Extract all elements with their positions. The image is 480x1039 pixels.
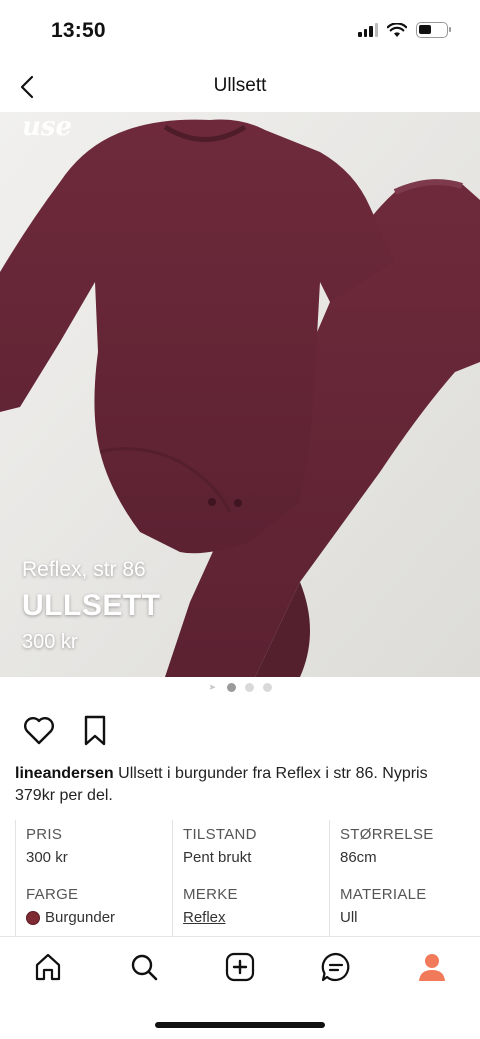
post-actions — [22, 714, 112, 748]
listing-image[interactable]: use Reflex, str 86 ULLSETT 300 kr — [0, 112, 480, 677]
tab-profile[interactable] — [414, 949, 450, 985]
detail-price: PRIS 300 kr — [15, 820, 172, 880]
detail-label: MERKE — [183, 886, 238, 903]
image-subtitle: Reflex, str 86 — [22, 558, 146, 581]
nav-bar: Ullsett — [0, 64, 480, 112]
home-icon — [35, 953, 61, 981]
add-icon — [225, 952, 255, 982]
detail-value: 86cm — [340, 849, 377, 866]
tab-home[interactable] — [30, 949, 66, 985]
tab-add[interactable] — [222, 949, 258, 985]
status-icons — [358, 22, 451, 38]
home-indicator — [155, 1022, 325, 1028]
color-swatch — [26, 910, 40, 925]
image-price: 300 kr — [22, 631, 78, 653]
wifi-icon — [387, 22, 407, 37]
signal-icon — [358, 23, 378, 37]
tab-messages[interactable] — [318, 949, 354, 985]
image-pager: ➤ — [0, 681, 480, 693]
page-title: Ullsett — [213, 75, 267, 96]
pager-dot[interactable] — [244, 682, 254, 692]
detail-condition: TILSTAND Pent brukt — [172, 820, 329, 880]
image-watermark: use — [22, 112, 73, 142]
tab-bar — [0, 936, 480, 1006]
status-time: 13:50 — [51, 19, 106, 42]
tab-search[interactable] — [126, 949, 162, 985]
status-bar: 13:50 — [0, 0, 480, 64]
location-arrow-icon: ➤ — [208, 681, 217, 692]
details-grid: PRIS 300 kr TILSTAND Pent brukt STØRRELS… — [15, 820, 465, 940]
brand-link[interactable]: Reflex — [183, 909, 329, 926]
profile-icon — [419, 954, 445, 981]
detail-value: Pent brukt — [183, 849, 252, 866]
detail-label: FARGE — [26, 886, 79, 903]
post-description: lineandersen Ullsett i burgunder fra Ref… — [15, 763, 465, 807]
pager-dot[interactable] — [226, 682, 236, 692]
detail-color: FARGE Burgunder — [15, 880, 172, 940]
battery-icon — [416, 22, 451, 38]
detail-label: MATERIALE — [340, 886, 427, 903]
detail-brand: MERKE Reflex — [172, 880, 329, 940]
image-title: ULLSETT — [22, 589, 161, 622]
detail-value: Burgunder — [26, 909, 172, 926]
detail-value: 300 kr — [26, 849, 68, 866]
messages-icon — [321, 952, 350, 982]
detail-label: STØRRELSE — [340, 826, 434, 843]
detail-label: PRIS — [26, 826, 63, 843]
pager-dot[interactable] — [262, 682, 272, 692]
detail-label: TILSTAND — [183, 826, 257, 843]
detail-value: Ull — [340, 909, 358, 926]
username[interactable]: lineandersen — [15, 765, 114, 782]
search-icon — [131, 954, 158, 981]
heart-icon[interactable] — [22, 714, 56, 748]
detail-material: MATERIALE Ull — [329, 880, 465, 940]
detail-size: STØRRELSE 86cm — [329, 820, 465, 880]
color-value: Burgunder — [45, 909, 116, 926]
bookmark-icon[interactable] — [78, 714, 112, 748]
